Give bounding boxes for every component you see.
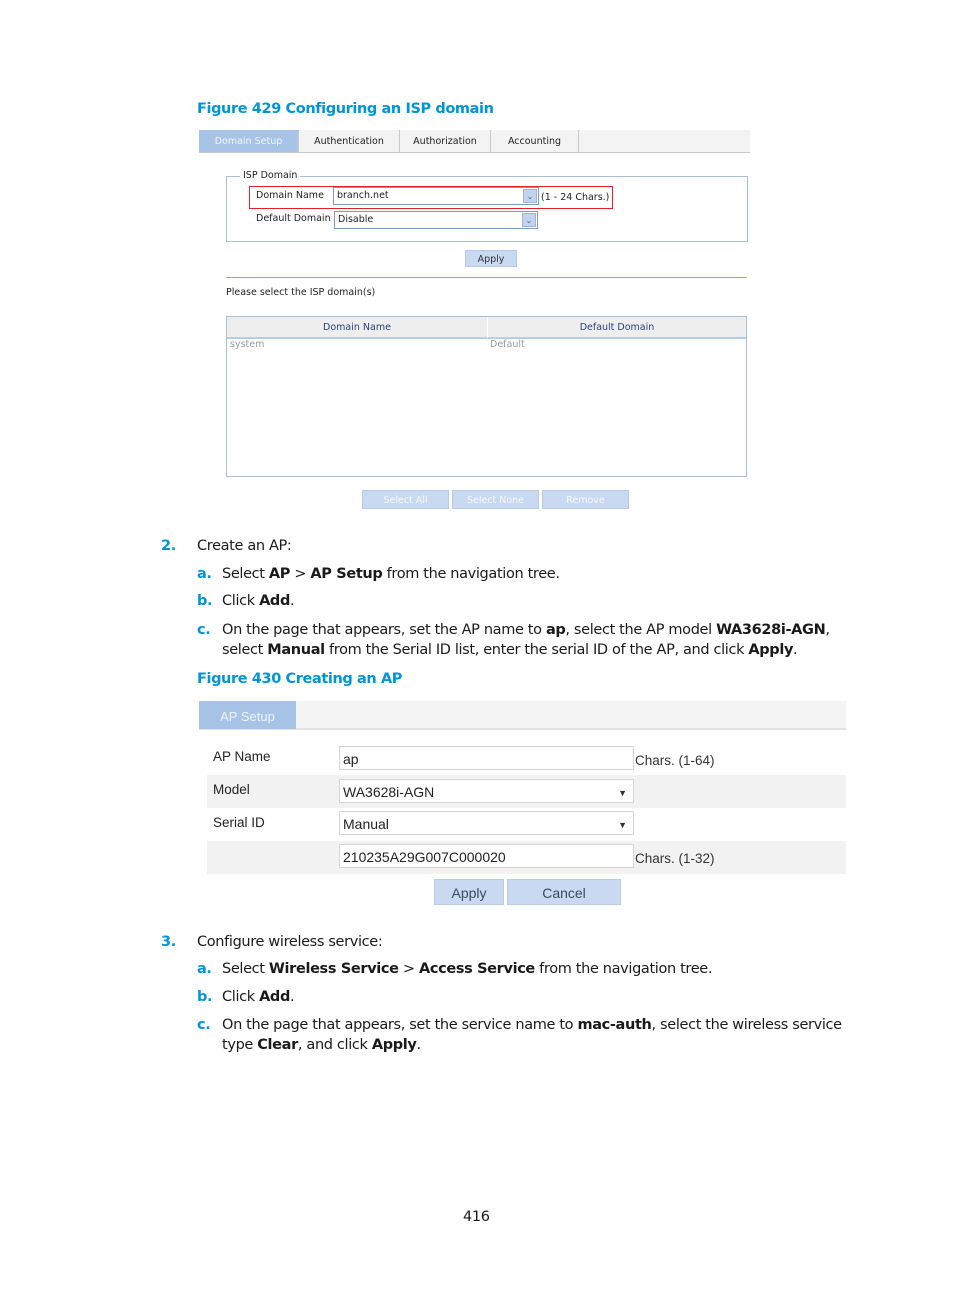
ap-name-hint: Chars. (1-64)	[635, 753, 715, 768]
text-run: .	[290, 989, 295, 1005]
domain-name-combo[interactable]: branch.net ⌄	[333, 187, 539, 205]
model-value: WA3628i-AGN	[343, 784, 435, 800]
serial-id-input[interactable]: 210235A29G007C000020	[339, 844, 634, 868]
substep-marker: a.	[197, 961, 212, 977]
tab-ap-setup[interactable]: AP Setup	[199, 701, 296, 729]
text-run: On the page that appears, set the servic…	[222, 1017, 578, 1033]
table-cell-default-domain[interactable]: Default	[490, 339, 525, 350]
tab-accounting[interactable]: Accounting	[491, 130, 579, 152]
text-run: from the navigation tree.	[534, 961, 713, 977]
substep-text: On the page that appears, set the servic…	[222, 1015, 872, 1055]
tab-authentication[interactable]: Authentication	[299, 130, 400, 152]
ui-term: Manual	[267, 642, 325, 658]
ui-term: AP Setup	[310, 566, 383, 582]
ui-term: Access Service	[418, 961, 535, 977]
ui-term: ap	[545, 622, 566, 638]
domain-name-hint: (1 - 24 Chars.)	[541, 192, 610, 203]
column-header-default-domain: Default Domain	[488, 317, 746, 339]
cancel-button[interactable]: Cancel	[507, 879, 621, 905]
caret-down-icon[interactable]: ▼	[618, 781, 627, 805]
text-run: .	[416, 1037, 421, 1053]
ui-term: AP	[268, 566, 291, 582]
ap-name-label: AP Name	[213, 749, 271, 764]
ui-term: Add	[259, 593, 290, 609]
chevron-down-icon[interactable]: ⌄	[523, 189, 537, 203]
substep-marker: b.	[197, 989, 213, 1005]
model-label: Model	[213, 782, 250, 797]
substep-text: Select AP > AP Setup from the navigation…	[222, 564, 872, 584]
default-domain-value: Disable	[338, 214, 374, 225]
text-run: Select	[222, 961, 269, 977]
step-text: Create an AP:	[197, 538, 292, 554]
remove-button[interactable]: Remove	[542, 490, 629, 509]
step-text: Configure wireless service:	[197, 934, 383, 950]
ui-term: Add	[259, 989, 290, 1005]
ui-term: Clear	[257, 1037, 298, 1053]
ap-name-input[interactable]: ap	[339, 746, 634, 770]
substep-marker: a.	[197, 566, 212, 582]
serial-id-select[interactable]: Manual ▼	[339, 811, 634, 835]
column-header-domain-name: Domain Name	[227, 317, 488, 339]
text-run: from the Serial ID list, enter the seria…	[324, 642, 749, 658]
select-none-button[interactable]: Select None	[452, 490, 539, 509]
substep-marker: c.	[197, 622, 211, 638]
default-domain-select[interactable]: Disable ⌄	[334, 211, 538, 229]
ui-term: mac-auth	[577, 1017, 652, 1033]
caret-down-icon[interactable]: ▼	[618, 813, 627, 837]
table-cell-domain-name[interactable]: system	[230, 339, 264, 350]
select-prompt: Please select the ISP domain(s)	[226, 287, 376, 298]
model-select[interactable]: WA3628i-AGN ▼	[339, 779, 634, 803]
ui-term: WA3628i-AGN	[716, 622, 826, 638]
substep-text: On the page that appears, set the AP nam…	[222, 620, 872, 660]
text-run: Click	[222, 593, 260, 609]
text-run: .	[290, 593, 295, 609]
ui-term: Apply	[371, 1037, 417, 1053]
domain-name-value: branch.net	[337, 190, 389, 201]
domain-name-label: Domain Name	[256, 190, 324, 201]
step-number: 2.	[161, 538, 176, 554]
tab-authorization[interactable]: Authorization	[400, 130, 491, 152]
text-run: from the navigation tree.	[382, 566, 560, 582]
ui-term: Apply	[748, 642, 794, 658]
text-run: , select the AP model	[565, 622, 717, 638]
default-domain-label: Default Domain	[256, 213, 331, 224]
serial-id-mode: Manual	[343, 816, 389, 832]
isp-tab-bar: Domain Setup Authentication Authorizatio…	[199, 130, 750, 153]
text-run: >	[398, 961, 419, 977]
tab-domain-setup[interactable]: Domain Setup	[199, 130, 299, 152]
chevron-down-icon[interactable]: ⌄	[522, 213, 536, 227]
text-run: Click	[222, 989, 260, 1005]
divider	[226, 277, 747, 278]
substep-text: Click Add.	[222, 987, 872, 1007]
text-run: Select	[222, 566, 269, 582]
substep-marker: c.	[197, 1017, 211, 1033]
text-run: On the page that appears, set the AP nam…	[222, 622, 546, 638]
step-number: 3.	[161, 934, 176, 950]
page-number: 416	[463, 1209, 490, 1225]
substep-text: Click Add.	[222, 591, 872, 611]
substep-marker: b.	[197, 593, 213, 609]
apply-button[interactable]: Apply	[465, 250, 517, 267]
domain-table: Domain Name Default Domain system Defaul…	[226, 316, 747, 477]
text-run: , and click	[297, 1037, 372, 1053]
serial-id-hint: Chars. (1-32)	[635, 851, 715, 866]
select-all-button[interactable]: Select All	[362, 490, 449, 509]
substep-text: Select Wireless Service > Access Service…	[222, 959, 872, 979]
apply-button[interactable]: Apply	[434, 879, 504, 905]
figure-430-title: Figure 430 Creating an AP	[197, 671, 402, 687]
serial-id-label: Serial ID	[213, 815, 265, 830]
figure-429-title: Figure 429 Configuring an ISP domain	[197, 101, 494, 117]
text-run: >	[290, 566, 311, 582]
ap-tab-bar	[199, 701, 846, 730]
text-run: .	[793, 642, 798, 658]
isp-domain-legend: ISP Domain	[240, 170, 301, 181]
ui-term: Wireless Service	[268, 961, 399, 977]
